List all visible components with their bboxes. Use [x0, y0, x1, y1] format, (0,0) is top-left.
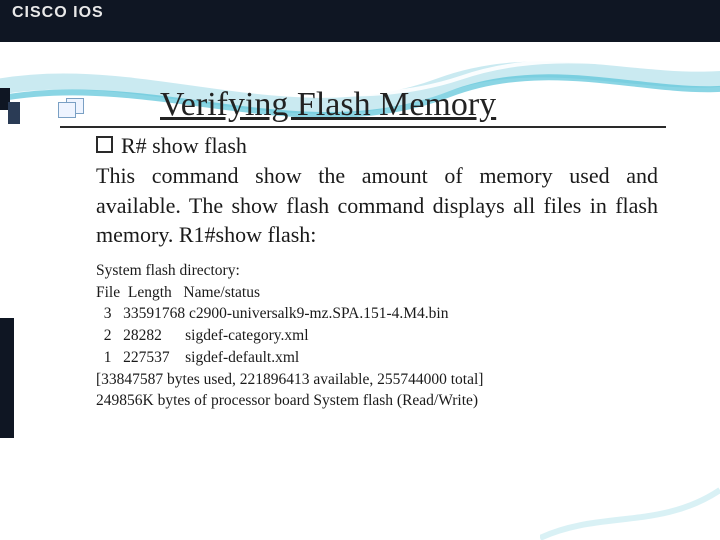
cell-file: 2: [104, 327, 112, 344]
description-paragraph: This command show the amount of memory u…: [96, 161, 658, 250]
decorative-left-bars: [0, 88, 22, 508]
title-area: Verifying Flash Memory: [60, 86, 666, 128]
terminal-line: System flash directory:: [96, 260, 658, 282]
table-row: 2 28282 sigdef-category.xml: [96, 325, 658, 347]
cell-name: sigdef-default.xml: [185, 349, 299, 366]
table-row: 1 227537 sigdef-default.xml: [96, 347, 658, 369]
terminal-output: System flash directory: File Length Name…: [96, 260, 658, 412]
page-title: Verifying Flash Memory: [160, 86, 496, 124]
cell-length: 28282: [123, 327, 162, 344]
terminal-header-row: File Length Name/status: [96, 282, 658, 304]
bullet-text: R# show flash: [121, 133, 247, 159]
cell-name: sigdef-category.xml: [185, 327, 308, 344]
cell-name: c2900-universalk9-mz.SPA.151-4.M4.bin: [189, 305, 448, 322]
cell-length: 33591768: [123, 305, 185, 322]
slide-header: CISCO IOS: [0, 0, 720, 42]
square-bullet-icon: [96, 136, 113, 153]
title-bullet-icon: [54, 98, 84, 122]
cell-file: 1: [104, 349, 112, 366]
content-body: R# show flash This command show the amou…: [96, 132, 658, 412]
decorative-corner: [540, 480, 720, 540]
terminal-summary: 249856K bytes of processor board System …: [96, 390, 658, 412]
bullet-row: R# show flash: [96, 132, 658, 159]
table-row: 3 33591768 c2900-universalk9-mz.SPA.151-…: [96, 303, 658, 325]
cell-length: 227537: [123, 349, 170, 366]
terminal-summary: [33847587 bytes used, 221896413 availabl…: [96, 369, 658, 391]
title-underline: Verifying Flash Memory: [60, 86, 666, 128]
slide-header-label: CISCO IOS: [12, 4, 104, 22]
cell-file: 3: [104, 305, 112, 322]
